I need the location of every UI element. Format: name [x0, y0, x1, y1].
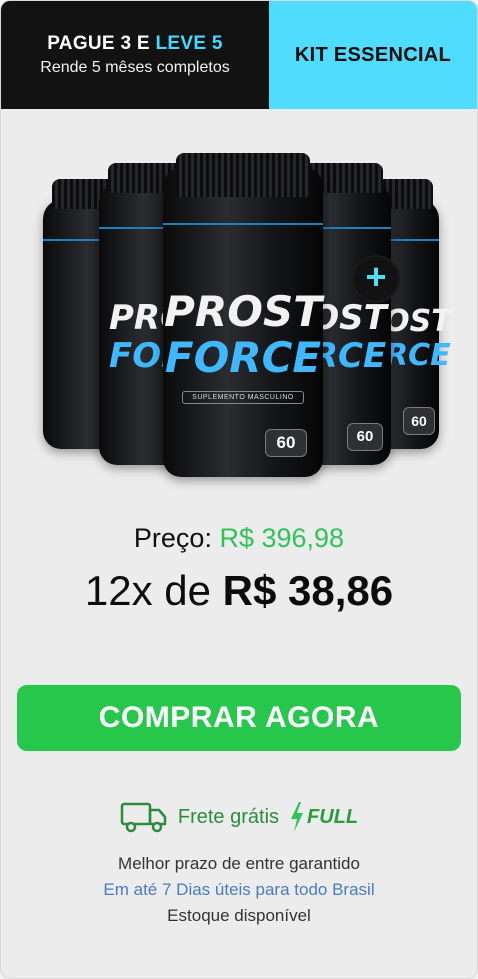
price-label: Preço:	[133, 523, 212, 553]
promo-banner: PAGUE 3 E LEVE 5 Rende 5 mêses completos	[1, 1, 269, 109]
installment-prefix: 12x de	[84, 567, 211, 614]
promo-title: PAGUE 3 E LEVE 5	[47, 33, 223, 55]
bottle-brand-line2: FORCE	[164, 333, 322, 382]
bottle-cap	[175, 153, 311, 197]
promo-subtitle: Rende 5 mêses completos	[40, 59, 230, 76]
installment-line: 12x de R$ 38,86	[1, 567, 477, 615]
truck-icon	[120, 802, 167, 833]
product-offer-card: PAGUE 3 E LEVE 5 Rende 5 mêses completos…	[0, 0, 478, 979]
price-line: Preço: R$ 396,98	[1, 523, 477, 554]
capsule-badge: 60	[265, 429, 307, 457]
promo-prefix: PAGUE 3 E	[47, 33, 156, 54]
bottle-brand-line1: PROST	[164, 287, 322, 336]
bottle-front: PROST FORCE SUPLEMENTO MASCULINO 60	[163, 153, 323, 477]
delivery-time: Em até 7 Dias úteis para todo Brasil	[103, 880, 375, 899]
full-label: FULL	[307, 805, 359, 828]
shipping-info: Frete grátis FULL	[1, 797, 477, 837]
installment-value: R$ 38,86	[222, 567, 394, 614]
lightning-icon	[291, 802, 304, 832]
bottle-label-text: SUPLEMENTO MASCULINO	[182, 391, 304, 404]
free-shipping-label: Frete grátis	[177, 805, 280, 828]
capsule-badge: 60	[403, 407, 435, 435]
kit-label: KIT ESSENCIAL	[269, 1, 477, 109]
stock-status: Estoque disponível	[167, 906, 311, 925]
plus-icon: +	[352, 255, 400, 303]
product-image: PROST FORCE 60 PROST FORCE PROST FORCE 6…	[41, 151, 452, 481]
bottle-stripe	[163, 223, 323, 225]
price-value: R$ 396,98	[219, 523, 345, 553]
promo-accent: LEVE 5	[155, 33, 223, 54]
offer-header: PAGUE 3 E LEVE 5 Rende 5 mêses completos…	[1, 1, 477, 109]
capsule-badge: 60	[347, 423, 383, 451]
buy-now-button[interactable]: COMPRAR AGORA	[17, 685, 461, 751]
delivery-guarantee: Melhor prazo de entre garantido	[118, 854, 360, 873]
full-shipping-badge: FULL	[289, 802, 358, 832]
